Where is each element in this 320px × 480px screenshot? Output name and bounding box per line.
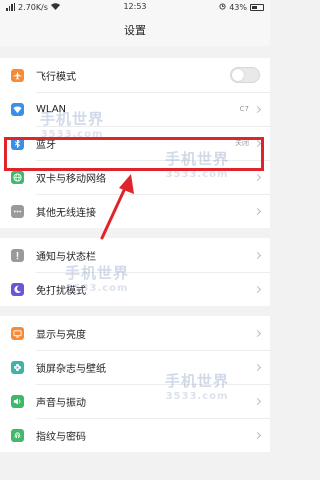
settings-row[interactable]: 声音与振动 bbox=[0, 384, 270, 418]
flower-icon bbox=[11, 360, 24, 374]
settings-row-value: 关闭 bbox=[235, 139, 249, 147]
settings-row[interactable]: 显示与亮度 bbox=[0, 316, 270, 350]
airplane-mode-toggle[interactable] bbox=[230, 67, 260, 83]
chevron-right-icon bbox=[253, 329, 262, 337]
settings-row-label: 免打扰模式 bbox=[36, 285, 86, 297]
settings-row[interactable]: 免打扰模式 bbox=[0, 272, 270, 306]
settings-row[interactable]: 蓝牙 关闭 bbox=[0, 126, 270, 160]
airplane-icon bbox=[11, 68, 24, 82]
settings-row-label: 双卡与移动网络 bbox=[36, 173, 106, 185]
settings-row-label: 声音与振动 bbox=[36, 397, 86, 409]
settings-row-label: 蓝牙 bbox=[36, 139, 56, 151]
pointer-arrow bbox=[100, 174, 134, 240]
chevron-right-icon bbox=[253, 207, 262, 215]
settings-row-label: 锁屏杂志与壁纸 bbox=[36, 363, 106, 375]
settings-row-label: 显示与亮度 bbox=[36, 329, 86, 341]
battery-icon bbox=[250, 3, 264, 11]
chevron-right-icon bbox=[253, 431, 262, 439]
fingerprint-icon bbox=[11, 428, 24, 442]
settings-row[interactable]: WLAN C7 bbox=[0, 92, 270, 126]
chevron-right-icon bbox=[253, 397, 262, 405]
settings-row-label: 指纹与密码 bbox=[36, 431, 86, 443]
clock: 12:53 bbox=[123, 2, 147, 11]
status-bar: 2.70K/s 12:53 43% bbox=[0, 0, 270, 14]
page-title: 设置 bbox=[0, 14, 270, 46]
chevron-right-icon bbox=[253, 139, 262, 147]
settings-row-label: 飞行模式 bbox=[36, 71, 76, 83]
chevron-right-icon bbox=[253, 105, 262, 113]
chevron-right-icon bbox=[253, 251, 262, 259]
settings-list: 飞行模式 WLAN C7 蓝牙 关闭 双卡与移动网络 其他无线连接 通知与状态栏 免打扰模式 显示… bbox=[0, 58, 270, 452]
sound-icon bbox=[11, 394, 24, 408]
notification-icon bbox=[11, 248, 24, 262]
settings-row[interactable]: 锁屏杂志与壁纸 bbox=[0, 350, 270, 384]
chevron-right-icon bbox=[253, 173, 262, 181]
settings-row-label: WLAN bbox=[36, 103, 67, 115]
settings-row-label: 其他无线连接 bbox=[36, 207, 96, 219]
display-icon bbox=[11, 326, 24, 340]
settings-row[interactable]: 指纹与密码 bbox=[0, 418, 270, 452]
settings-group: 通知与状态栏 免打扰模式 bbox=[0, 238, 270, 306]
more-icon bbox=[11, 204, 24, 218]
wifi-icon bbox=[11, 102, 24, 116]
bluetooth-icon bbox=[11, 136, 24, 150]
globe-icon bbox=[11, 170, 24, 184]
settings-row[interactable]: 通知与状态栏 bbox=[0, 238, 270, 272]
settings-row-value: C7 bbox=[239, 105, 249, 113]
moon-icon bbox=[11, 282, 24, 296]
chevron-right-icon bbox=[253, 285, 262, 293]
settings-row-label: 通知与状态栏 bbox=[36, 251, 96, 263]
settings-group: 显示与亮度锁屏杂志与壁纸 声音与振动指纹与密码 bbox=[0, 316, 270, 452]
settings-row[interactable]: 飞行模式 bbox=[0, 58, 270, 92]
chevron-right-icon bbox=[253, 363, 262, 371]
